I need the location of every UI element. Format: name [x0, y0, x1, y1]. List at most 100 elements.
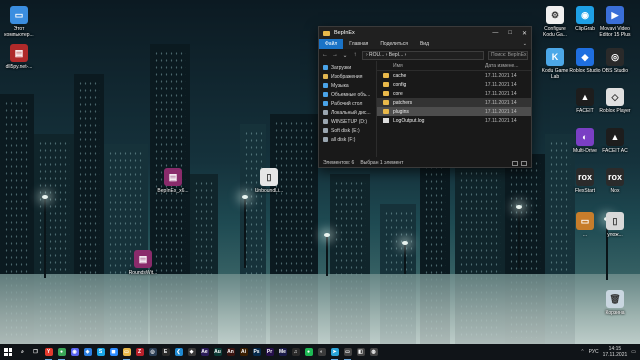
taskbar-app[interactable]: ◐ — [315, 344, 328, 360]
nav-item[interactable]: WINSETUP (D:) — [319, 117, 376, 126]
clock[interactable]: 14:15 17.11.2021 — [603, 346, 628, 358]
tiles-view-icon[interactable] — [521, 160, 527, 166]
taskbar-app[interactable]: Ae — [198, 344, 211, 360]
desktop-icon-label: FACEIT — [576, 108, 594, 114]
taskbar-app[interactable]: Pr — [263, 344, 276, 360]
tab-share[interactable]: Поделиться — [374, 39, 414, 49]
desktop-icon[interactable]: ▯ улож... — [598, 212, 632, 238]
taskbar-app[interactable]: ▭ — [341, 344, 354, 360]
close-button[interactable]: ✕ — [522, 30, 527, 37]
taskbar-app[interactable]: ◉ — [68, 344, 81, 360]
desktop-icon[interactable]: ▶ Movavi Video Editor 15 Plus — [598, 6, 632, 38]
folder-icon — [383, 100, 389, 105]
taskbar-app[interactable]: ⌕ — [16, 344, 29, 360]
notification-icon[interactable]: ▭ — [631, 349, 636, 355]
item-count: Элементов: 6 — [323, 160, 355, 166]
taskbar-app[interactable]: ♫ — [289, 344, 302, 360]
desktop-icon[interactable]: ▯ UnboundLi... — [252, 168, 286, 194]
nav-item[interactable]: Рабочий стол — [319, 99, 376, 108]
file-row[interactable]: core 17.11.2021 14 — [377, 89, 531, 98]
address-bar[interactable]: › ROU... › BepI... › — [362, 50, 484, 60]
desktop-icon[interactable]: ◐ Multi-Drive — [568, 128, 602, 154]
taskbar-app[interactable]: ❐ — [29, 344, 42, 360]
desktop-icon[interactable]: rox FlexStart — [568, 168, 602, 194]
zoom-icon: ◼ — [109, 348, 118, 356]
column-date[interactable]: Дата измене... — [485, 63, 518, 69]
details-view-icon[interactable] — [512, 160, 518, 166]
desktop-icon[interactable]: K Kodu Game Lab — [538, 48, 572, 80]
desktop-icon[interactable]: ⚙ Configure Kodu Ga... — [538, 6, 572, 38]
nav-item[interactable]: Локальный дис... — [319, 108, 376, 117]
nav-item[interactable]: Объемные объ... — [319, 90, 376, 99]
search-input[interactable]: Поиск: BepInEx — [488, 50, 528, 60]
taskbar-app[interactable]: ◈ — [81, 344, 94, 360]
taskbar-app[interactable]: Ai — [237, 344, 250, 360]
file-row[interactable]: patchers 17.11.2021 14 — [377, 98, 531, 107]
file-row[interactable]: cache 17.11.2021 14 — [377, 71, 531, 80]
desktop-icon[interactable]: ◎ OBS Studio — [598, 48, 632, 74]
nav-item[interactable]: Изображения — [319, 72, 376, 81]
tab-file[interactable]: Файл — [319, 39, 344, 49]
taskbar-app[interactable]: ▭ — [120, 344, 133, 360]
start-button[interactable] — [0, 344, 16, 360]
minimize-button[interactable]: — — [492, 30, 498, 37]
column-name[interactable]: Имя — [393, 63, 485, 69]
file-date: 17.11.2021 14 — [485, 99, 517, 106]
desktop-icon[interactable]: ◇ Roblox Player — [598, 88, 632, 114]
taskbar-app[interactable]: ◍ — [367, 344, 380, 360]
chevron-down-icon[interactable]: ⌄ — [342, 52, 348, 59]
taskbar-app[interactable]: Au — [211, 344, 224, 360]
chevron-down-icon[interactable]: ⌄ — [523, 41, 531, 47]
taskbar-app[interactable]: ◧ — [354, 344, 367, 360]
desktop-icon[interactable]: ▲ FACEIT — [568, 88, 602, 114]
taskbar-app[interactable]: An — [224, 344, 237, 360]
desktop-icon-label: BepInEx_x6... — [157, 188, 189, 194]
desktop-icon[interactable]: ◉ ClipGrab — [568, 6, 602, 32]
taskbar-app[interactable]: Z — [133, 344, 146, 360]
taskbar-app[interactable]: ● — [302, 344, 315, 360]
taskbar-app[interactable]: ◎ — [146, 344, 159, 360]
nav-item[interactable]: Soft disk (E:) — [319, 126, 376, 135]
desktop-icon[interactable]: ▤ BepInEx_x6... — [156, 168, 190, 194]
nav-item[interactable]: Музыка — [319, 81, 376, 90]
tab-home[interactable]: Главная — [343, 39, 374, 49]
desktop-icon[interactable]: ▭ Этот компьютер... — [2, 6, 36, 38]
taskbar-app[interactable]: ● — [55, 344, 68, 360]
taskbar-app[interactable]: ❮ — [172, 344, 185, 360]
desktop-icon[interactable]: ▲ FACEIT AC — [598, 128, 632, 154]
language-indicator[interactable]: РУС — [589, 349, 599, 355]
desktop-icon[interactable]: rox Nox — [598, 168, 632, 194]
file-row[interactable]: config 17.11.2021 14 — [377, 80, 531, 89]
maximize-button[interactable]: □ — [508, 30, 512, 37]
title-bar[interactable]: BepInEx — □ ✕ — [319, 27, 531, 39]
tab-view[interactable]: Вид — [414, 39, 435, 49]
taskbar-app[interactable]: ◼ — [107, 344, 120, 360]
desktop-icon[interactable]: ▭... — [568, 212, 602, 238]
taskbar-app[interactable]: ➤ — [328, 344, 341, 360]
app-icon: ◆ — [576, 48, 594, 66]
windows-icon — [4, 348, 12, 356]
desktop-icon[interactable]: 🗑 Корзина — [598, 290, 632, 316]
back-arrow-icon[interactable]: ← — [322, 52, 328, 58]
nav-item[interactable]: all disk (F:) — [319, 135, 376, 144]
explorer-window[interactable]: BepInEx — □ ✕ Файл Главная Поделиться Ви… — [318, 26, 532, 168]
taskbar-app[interactable]: Y — [42, 344, 55, 360]
forward-arrow-icon[interactable]: → — [332, 52, 338, 58]
audio-icon: ♫ — [291, 348, 300, 356]
file-row[interactable]: plugins 17.11.2021 14 — [377, 107, 531, 116]
ribbon: Файл Главная Поделиться Вид ⌄ — [319, 39, 531, 49]
desktop-icon[interactable]: ▤ RoundsWit... — [126, 250, 160, 276]
taskbar-app[interactable]: Ps — [250, 344, 263, 360]
app-icon: rox — [576, 168, 594, 186]
desktop-icon[interactable]: ◆ Roblox Studio — [568, 48, 602, 74]
taskbar-app[interactable]: ◆ — [185, 344, 198, 360]
taskbar-app[interactable]: Me — [276, 344, 289, 360]
file-row[interactable]: LogOutput.log 17.11.2021 14 — [377, 116, 531, 125]
up-arrow-icon[interactable]: ↑ — [352, 52, 358, 58]
taskbar-app[interactable]: E — [159, 344, 172, 360]
nav-item[interactable]: Загрузки — [319, 63, 376, 72]
desktop-icon[interactable]: ▤ dll5py.net-... — [2, 44, 36, 70]
chevron-up-icon[interactable]: ⌃ — [580, 349, 584, 355]
taskbar-app[interactable]: S — [94, 344, 107, 360]
nav-item-label: WINSETUP (D:) — [331, 118, 368, 125]
